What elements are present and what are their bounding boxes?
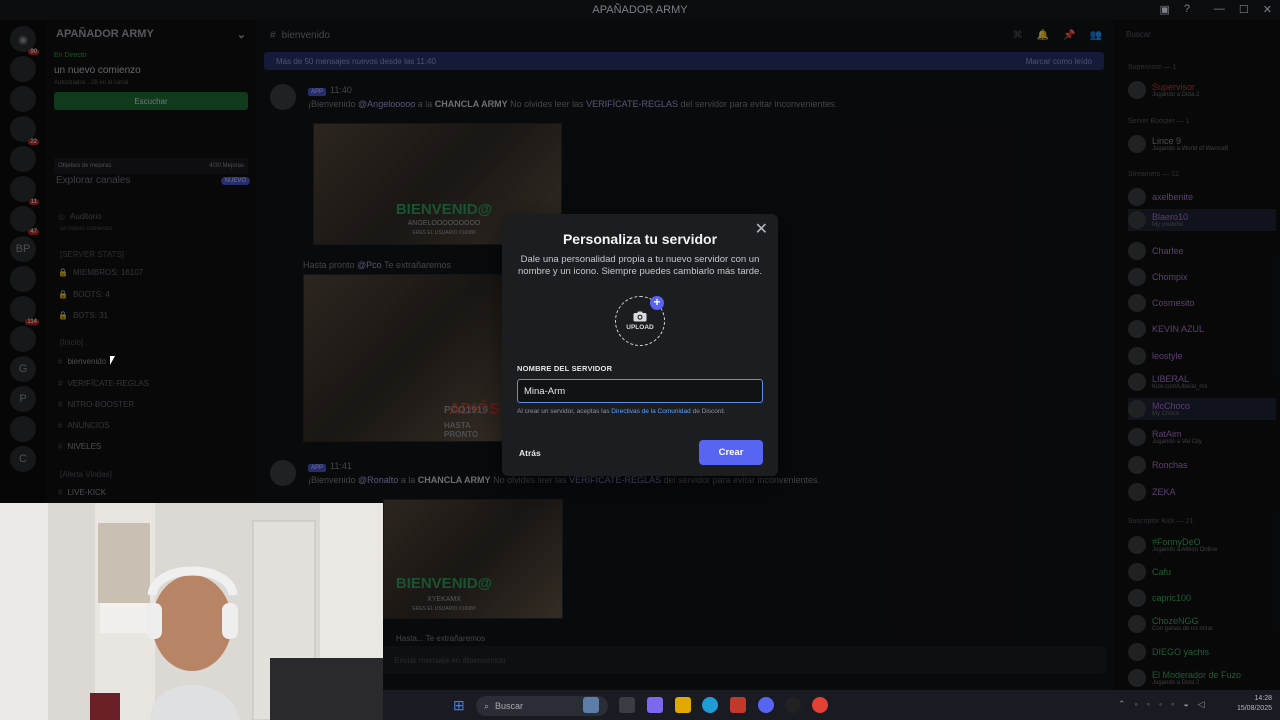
help-icon[interactable]: ?	[1184, 3, 1190, 16]
webcam-overlay	[0, 503, 383, 720]
taskbar: ⊞ ⌕ Buscar ⌃ ◦ ◦ ◦ ◦ ◒ ◁ 14:28 15/08/2025	[383, 690, 1280, 720]
back-button[interactable]: Atrás	[519, 448, 541, 458]
discord-icon[interactable]	[758, 697, 774, 713]
community-guidelines-link[interactable]: Directivas de la Comunidad	[611, 408, 690, 415]
chrome-icon[interactable]	[812, 697, 828, 713]
windows-start-icon[interactable]: ⊞	[453, 697, 465, 714]
upload-label: UPLOAD	[626, 324, 654, 331]
mouse-cursor	[110, 356, 115, 365]
webcam-feed	[0, 503, 383, 720]
dialog-description: Dale una personalidad propia a tu nuevo …	[518, 254, 762, 277]
tray-icon[interactable]: ◦	[1171, 699, 1174, 710]
task-view-icon[interactable]	[619, 697, 635, 713]
clock[interactable]: 14:28 15/08/2025	[1237, 694, 1272, 714]
close-window-button[interactable]: ✕	[1263, 3, 1272, 16]
file-explorer-icon[interactable]	[675, 697, 691, 713]
window-title: APAÑADOR ARMY	[592, 4, 688, 16]
app-icon[interactable]	[730, 697, 746, 713]
weather-icon[interactable]	[583, 697, 599, 713]
app-icon[interactable]	[785, 697, 801, 713]
terms-text: Al crear un servidor, aceptas las Direct…	[517, 408, 726, 415]
maximize-button[interactable]: ☐	[1239, 3, 1249, 16]
minimize-button[interactable]: —	[1214, 3, 1225, 16]
inbox-icon[interactable]: ▣	[1159, 3, 1169, 16]
server-name-label: NOMBRE DEL SERVIDOR	[517, 364, 613, 373]
camera-icon	[633, 311, 647, 322]
plus-icon[interactable]: +	[650, 296, 664, 310]
chevron-up-icon[interactable]: ⌃	[1118, 699, 1126, 710]
dialog-title: Personaliza tu servidor	[562, 231, 718, 247]
search-icon: ⌕	[484, 700, 490, 711]
copilot-icon[interactable]	[647, 697, 663, 713]
clock-date: 15/08/2025	[1236, 705, 1272, 712]
system-tray: ⌃ ◦ ◦ ◦ ◦ ◒ ◁	[1118, 699, 1205, 710]
tray-icon[interactable]: ◦	[1147, 699, 1150, 710]
server-name-input[interactable]	[517, 379, 763, 403]
window-titlebar: APAÑADOR ARMY ▣? — ☐ ✕	[0, 0, 1280, 20]
wifi-icon[interactable]: ◒	[1183, 699, 1188, 710]
taskbar-search-label: Buscar	[495, 701, 524, 711]
edge-icon[interactable]	[702, 697, 718, 713]
clock-time: 14:28	[1254, 695, 1272, 702]
create-button[interactable]: Crear	[699, 440, 763, 465]
customize-server-dialog: ✕ Personaliza tu servidor Dale una perso…	[502, 214, 778, 476]
tray-icon[interactable]: ◦	[1159, 699, 1162, 710]
volume-icon[interactable]: ◁	[1198, 699, 1205, 710]
tray-icon[interactable]: ◦	[1135, 699, 1138, 710]
